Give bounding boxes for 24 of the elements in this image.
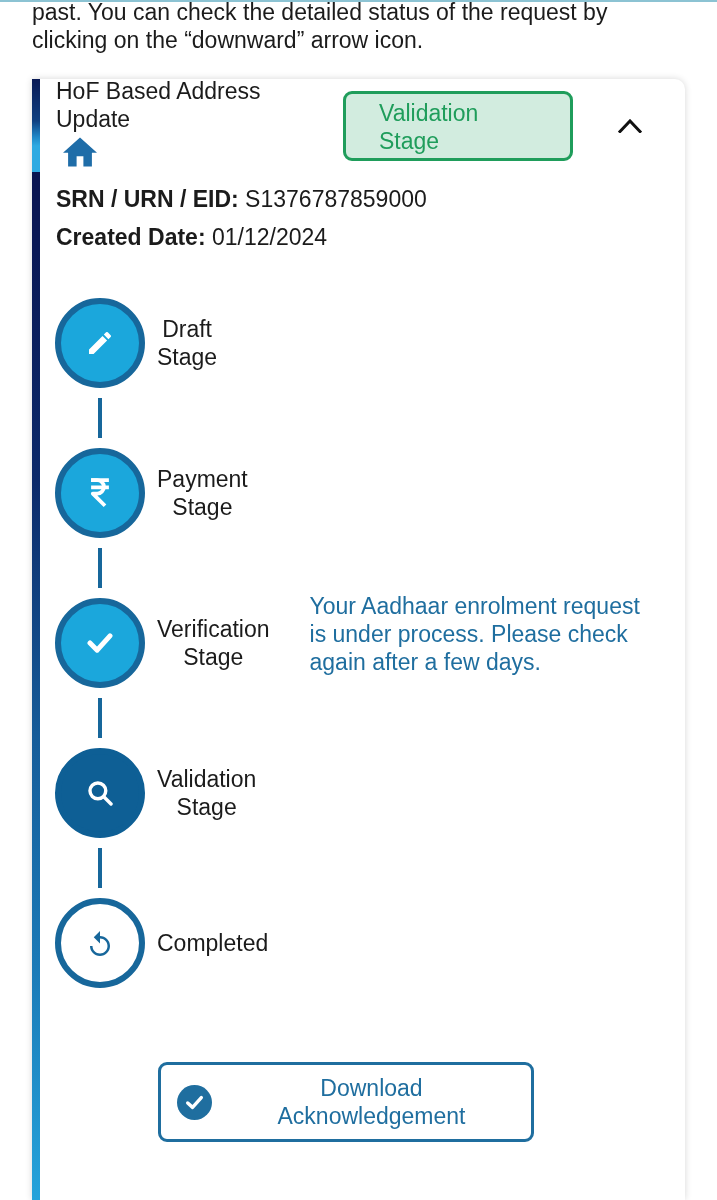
step-connector <box>98 848 102 888</box>
status-message: Your Aadhaar enrolment request is under process. Please check again after a few days. <box>309 592 641 676</box>
check-icon <box>87 633 113 653</box>
created-date-text: Created Date: 01/12/2024 <box>56 223 329 252</box>
home-icon <box>63 137 97 167</box>
step-connector <box>98 548 102 588</box>
search-icon <box>87 780 113 806</box>
stage-label: Completed <box>157 929 269 957</box>
chevron-up-icon[interactable] <box>618 119 642 133</box>
download-acknowledgement-button[interactable]: Download Acknowledgement <box>158 1062 534 1142</box>
check-circle-icon <box>177 1084 212 1120</box>
rupee-icon <box>90 478 110 508</box>
intro-text: past. You can check the detailed status of the request by clicking on the “downward” arrow icon. <box>31 0 609 54</box>
stage-label: Draft Stage <box>157 315 218 371</box>
stage-label: Payment Stage <box>157 465 248 521</box>
step-connector <box>98 398 102 438</box>
stage-label: Validation Stage <box>157 765 257 821</box>
stage-label: Verification Stage <box>157 615 270 671</box>
srn-text: SRN / URN / EID: S1376787859000 <box>56 185 428 214</box>
replay-icon <box>90 930 110 956</box>
status-badge: Validation Stage <box>343 91 573 161</box>
pencil-icon <box>89 332 111 354</box>
request-title: HoF Based Address Update <box>56 77 262 133</box>
step-connector <box>98 698 102 738</box>
